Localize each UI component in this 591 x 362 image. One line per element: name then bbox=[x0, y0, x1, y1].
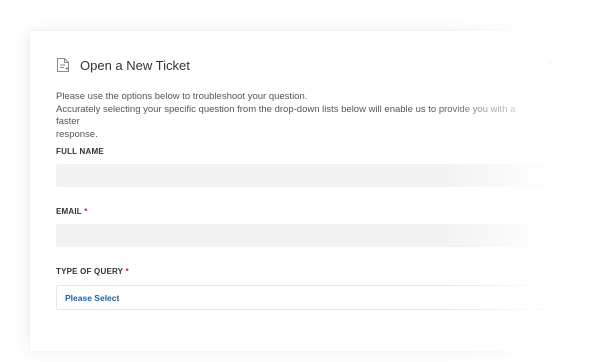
modal-title: Open a New Ticket bbox=[80, 57, 190, 73]
ticket-modal: Open a New Ticket ✕ Please use the optio… bbox=[30, 31, 570, 351]
email-label-text: EMAIL bbox=[56, 207, 82, 216]
chevron-down-icon bbox=[535, 294, 541, 307]
modal-description: Please use the options below to troubles… bbox=[56, 91, 536, 141]
required-marker: * bbox=[125, 267, 129, 276]
query-type-label: TYPE OF QUERY * bbox=[56, 267, 129, 276]
page: Open a New Ticket ✕ Please use the optio… bbox=[0, 0, 591, 362]
description-line: Please use the options below to troubles… bbox=[56, 91, 308, 102]
description-line: Accurately selecting your specific quest… bbox=[56, 103, 516, 128]
full-name-label-text: FULL NAME bbox=[56, 147, 104, 156]
query-type-select[interactable]: Please Select bbox=[56, 285, 550, 310]
ticket-icon bbox=[56, 57, 70, 73]
query-type-label-text: TYPE OF QUERY bbox=[56, 267, 124, 276]
full-name-input[interactable] bbox=[56, 164, 550, 187]
full-name-label: FULL NAME bbox=[56, 147, 104, 156]
query-type-selected-value: Please Select bbox=[65, 292, 120, 303]
email-label: EMAIL * bbox=[56, 207, 88, 216]
description-line: response. bbox=[56, 128, 98, 140]
email-input[interactable] bbox=[56, 224, 550, 247]
close-icon[interactable]: ✕ bbox=[544, 55, 556, 72]
modal-header: Open a New Ticket bbox=[56, 57, 190, 73]
required-marker: * bbox=[84, 207, 88, 216]
